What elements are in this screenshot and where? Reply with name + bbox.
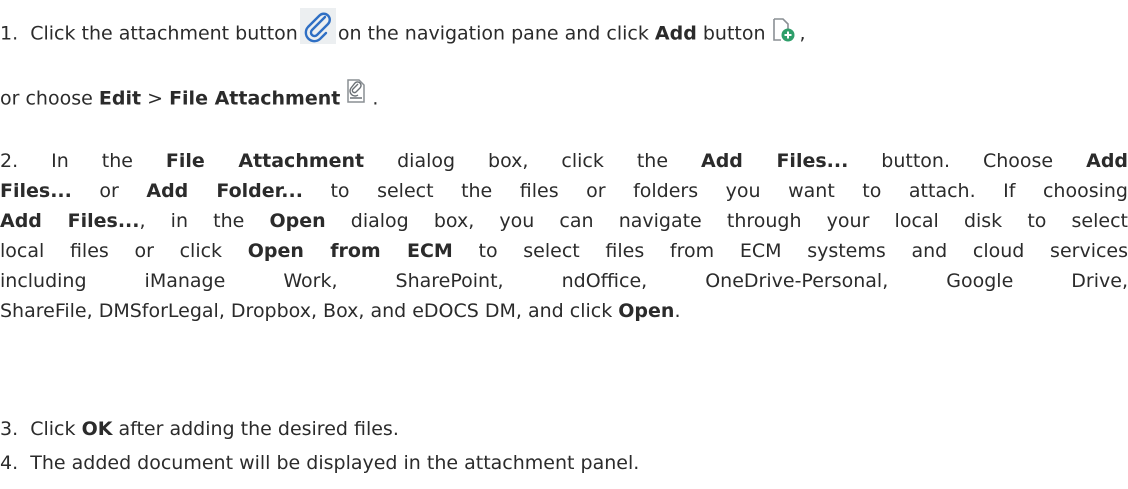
step-1-text-c: button [702,22,766,45]
text: Click [30,418,76,440]
step-2-line-1: 2. In the File Attachment dialog box, cl… [0,146,1128,176]
text: ShareFile, DMSforLegal, Dropbox, Box, an… [0,300,613,322]
text: dialog box, you can navigate through you… [350,210,1128,232]
step-2-paragraph: 2. In the File Attachment dialog box, cl… [0,146,1128,326]
open-button-label: Open [618,300,675,322]
step-1-comma: , [799,22,806,45]
open-from-ecm-label: Open from ECM [247,240,453,262]
file-attachment-label: File Attachment [169,87,341,110]
text: . [674,300,681,322]
step-2-line-2: Files... or Add Folder... to select the … [0,176,1128,206]
text: to select the files or folders you want … [330,180,1128,202]
ok-label: OK [81,418,113,440]
add-files-label: Add Files... [0,210,140,232]
files-label: Files... [0,180,72,202]
step-2-line-6: ShareFile, DMSforLegal, Dropbox, Box, an… [0,296,1128,326]
add-label: Add [1086,150,1128,172]
add-files-button-label: Add Files... [701,150,849,172]
paperclip-icon [299,8,336,44]
text: or [99,180,119,202]
text: after adding the desired files. [118,418,399,440]
step-2-line-3: Add Files..., in the Open dialog box, yo… [0,206,1128,236]
text: to select files from ECM systems and clo… [478,240,1128,262]
text: The added document will be displayed in … [30,452,640,474]
step-1-text-d: or choose [0,87,93,110]
text: In the [51,150,133,172]
step-1-text-b: on the navigation pane and click [337,22,649,45]
step-2-line-5: including iManage Work, SharePoint, ndOf… [0,266,1128,296]
step-4-line: 4. The added document will be displayed … [0,452,639,474]
step-1-line-1: 1. Click the attachment button on the nav… [0,8,806,52]
step-3-number: 3. [0,418,19,440]
add-folder-label: Add Folder... [146,180,303,202]
text: button. Choose [881,150,1054,172]
step-3-line: 3. Click OK after adding the desired fil… [0,418,399,440]
step-1-text-a: Click the attachment button [30,22,298,45]
file-attachment-icon [344,78,368,104]
step-2-line-4: local files or click Open from ECM to se… [0,236,1128,266]
text: including iManage Work, SharePoint, ndOf… [0,270,1128,292]
help-document: 1. Click the attachment button on the nav… [0,0,1128,489]
step-1-period: . [372,87,379,110]
add-label: Add [654,22,697,45]
text: dialog box, click the [397,150,669,172]
step-1-number: 1. [0,22,19,45]
open-dialog-label: Open [269,210,326,232]
add-file-icon [770,17,796,43]
file-attachment-dialog-label: File Attachment [165,150,365,172]
edit-label: Edit [98,87,142,110]
text: local files or click [0,240,223,262]
step-1-line-2: or choose Edit > File Attachment. [0,79,379,112]
menu-separator: > [147,87,164,110]
text: , in the [139,210,245,232]
step-4-number: 4. [0,452,19,474]
step-2-number: 2. [0,150,19,172]
